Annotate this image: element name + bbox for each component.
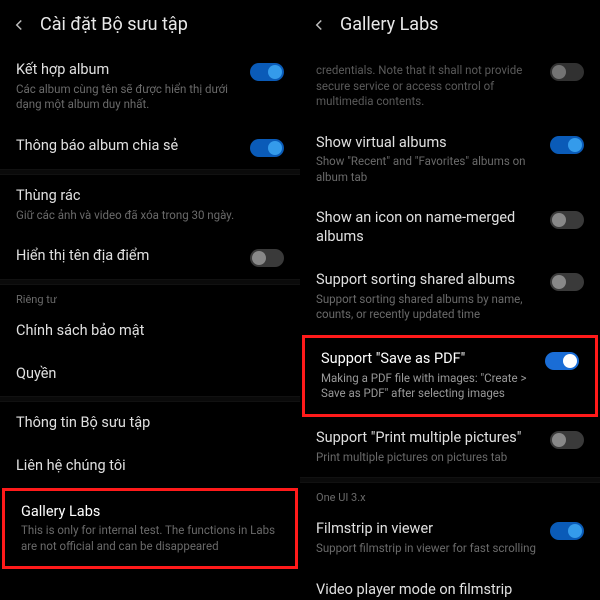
permissions-title: Quyền bbox=[16, 365, 284, 384]
gallery-labs-title: Gallery Labs bbox=[21, 503, 279, 522]
row-info[interactable]: Thông tin Bộ sưu tập bbox=[0, 402, 300, 445]
row-sort-shared[interactable]: Support sorting shared albums Support so… bbox=[300, 259, 600, 335]
left-header: Cài đặt Bộ sưu tập bbox=[0, 0, 300, 49]
privacy-policy-title: Chính sách bảo mật bbox=[16, 322, 284, 341]
save-pdf-title: Support "Save as PDF" bbox=[321, 350, 533, 369]
left-title: Cài đặt Bộ sưu tập bbox=[40, 14, 188, 35]
row-gallery-labs[interactable]: Gallery Labs This is only for internal t… bbox=[5, 491, 295, 567]
virtual-albums-title: Show virtual albums bbox=[316, 134, 538, 153]
row-permissions[interactable]: Quyền bbox=[0, 353, 300, 396]
row-icon-merged[interactable]: Show an icon on name-merged albums bbox=[300, 197, 600, 259]
shared-notif-toggle[interactable] bbox=[250, 139, 284, 157]
credentials-toggle[interactable] bbox=[550, 63, 584, 81]
contact-title: Liên hệ chúng tôi bbox=[16, 457, 284, 476]
icon-merged-toggle[interactable] bbox=[550, 211, 584, 229]
video-filmstrip-title: Video player mode on filmstrip bbox=[316, 581, 584, 600]
gallery-labs-highlight: Gallery Labs This is only for internal t… bbox=[2, 488, 298, 570]
save-pdf-toggle[interactable] bbox=[545, 352, 579, 370]
merge-album-toggle[interactable] bbox=[250, 63, 284, 81]
sort-shared-sub: Support sorting shared albums by name, c… bbox=[316, 292, 538, 323]
trash-title: Thùng rác bbox=[16, 187, 284, 206]
show-location-toggle[interactable] bbox=[250, 249, 284, 267]
sort-shared-toggle[interactable] bbox=[550, 273, 584, 291]
sort-shared-title: Support sorting shared albums bbox=[316, 271, 538, 290]
right-header: Gallery Labs bbox=[300, 0, 600, 49]
right-title: Gallery Labs bbox=[340, 14, 438, 35]
row-save-pdf[interactable]: Support "Save as PDF" Making a PDF file … bbox=[305, 338, 595, 414]
back-icon[interactable] bbox=[10, 16, 28, 34]
row-contact[interactable]: Liên hệ chúng tôi bbox=[0, 445, 300, 488]
print-multi-toggle[interactable] bbox=[550, 431, 584, 449]
filmstrip-title: Filmstrip in viewer bbox=[316, 520, 538, 539]
save-pdf-highlight: Support "Save as PDF" Making a PDF file … bbox=[302, 335, 598, 417]
shared-notif-title: Thông báo album chia sẻ bbox=[16, 137, 238, 156]
credentials-sub: credentials. Note that it shall not prov… bbox=[316, 63, 538, 110]
print-multi-sub: Print multiple pictures on pictures tab bbox=[316, 450, 538, 466]
right-panel: Gallery Labs credentials. Note that it s… bbox=[300, 0, 600, 600]
oneui-section-label: One UI 3.x bbox=[300, 483, 600, 508]
row-merge-album[interactable]: Kết hợp album Các album cùng tên sẽ được… bbox=[0, 49, 300, 125]
show-location-title: Hiển thị tên địa điểm bbox=[16, 247, 238, 266]
icon-merged-title: Show an icon on name-merged albums bbox=[316, 209, 538, 247]
virtual-albums-sub: Show "Recent" and "Favorites" albums on … bbox=[316, 154, 538, 185]
row-trash[interactable]: Thùng rác Giữ các ảnh và video đã xóa tr… bbox=[0, 175, 300, 235]
info-title: Thông tin Bộ sưu tập bbox=[16, 414, 284, 433]
gallery-labs-sub: This is only for internal test. The func… bbox=[21, 523, 279, 554]
row-filmstrip[interactable]: Filmstrip in viewer Support filmstrip in… bbox=[300, 508, 600, 568]
privacy-section-label: Riêng tư bbox=[0, 285, 300, 310]
row-privacy-policy[interactable]: Chính sách bảo mật bbox=[0, 310, 300, 353]
merge-album-sub: Các album cùng tên sẽ được hiển thị dưới… bbox=[16, 82, 238, 113]
virtual-albums-toggle[interactable] bbox=[550, 136, 584, 154]
row-credentials-partial[interactable]: credentials. Note that it shall not prov… bbox=[300, 49, 600, 122]
row-video-filmstrip[interactable]: Video player mode on filmstrip Default bbox=[300, 569, 600, 600]
row-show-location[interactable]: Hiển thị tên địa điểm bbox=[0, 235, 300, 279]
print-multi-title: Support "Print multiple pictures" bbox=[316, 429, 538, 448]
filmstrip-sub: Support filmstrip in viewer for fast scr… bbox=[316, 541, 538, 557]
save-pdf-sub: Making a PDF file with images: "Create >… bbox=[321, 371, 533, 402]
row-print-multi[interactable]: Support "Print multiple pictures" Print … bbox=[300, 417, 600, 477]
row-shared-notif[interactable]: Thông báo album chia sẻ bbox=[0, 125, 300, 169]
row-virtual-albums[interactable]: Show virtual albums Show "Recent" and "F… bbox=[300, 122, 600, 198]
left-panel: Cài đặt Bộ sưu tập Kết hợp album Các alb… bbox=[0, 0, 300, 600]
filmstrip-toggle[interactable] bbox=[550, 522, 584, 540]
merge-album-title: Kết hợp album bbox=[16, 61, 238, 80]
trash-sub: Giữ các ảnh và video đã xóa trong 30 ngà… bbox=[16, 208, 284, 224]
back-icon[interactable] bbox=[310, 16, 328, 34]
